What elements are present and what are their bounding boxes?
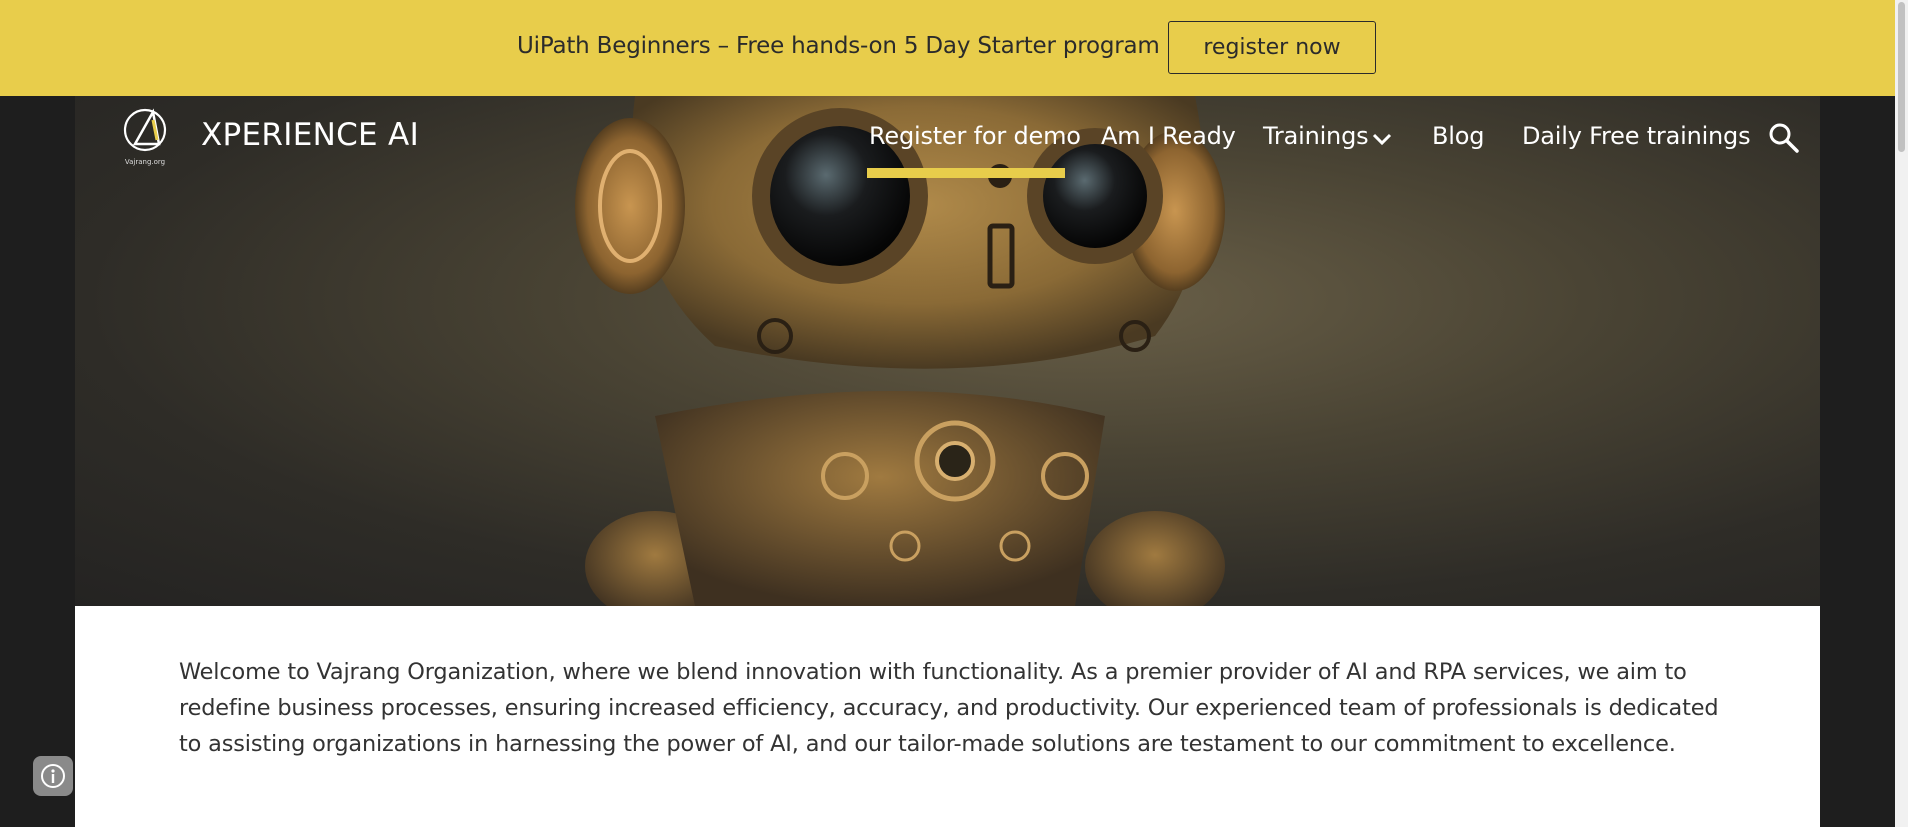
announcement-banner: UiPath Beginners – Free hands-on 5 Day S… (0, 0, 1895, 96)
nav-blog[interactable]: Blog (1432, 122, 1484, 150)
nav-daily-free-trainings[interactable]: Daily Free trainings (1522, 122, 1751, 150)
intro-paragraph: Welcome to Vajrang Organization, where w… (179, 659, 1719, 757)
robot-body (655, 391, 1105, 606)
site-logo[interactable]: Vajrang.org (123, 106, 175, 168)
search-icon[interactable] (1768, 122, 1800, 154)
chevron-down-icon[interactable] (1371, 132, 1393, 146)
scrollbar-thumb[interactable] (1898, 2, 1905, 152)
logo-caption: Vajrang.org (125, 158, 165, 166)
hero-section: Vajrang.org XPERIENCE AI Register for de… (75, 96, 1820, 606)
nav-active-indicator (867, 168, 1065, 178)
info-badge[interactable] (33, 756, 73, 796)
register-now-button[interactable]: register now (1168, 21, 1376, 74)
page-scrollbar[interactable] (1895, 0, 1908, 827)
nav-register-for-demo[interactable]: Register for demo (869, 122, 1081, 150)
info-icon (41, 764, 65, 788)
nav-trainings[interactable]: Trainings (1263, 122, 1369, 150)
nav-am-i-ready[interactable]: Am I Ready (1101, 122, 1236, 150)
banner-text: UiPath Beginners – Free hands-on 5 Day S… (517, 33, 1160, 59)
main-content: Welcome to Vajrang Organization, where w… (75, 606, 1820, 827)
site-title[interactable]: XPERIENCE AI (201, 117, 419, 153)
